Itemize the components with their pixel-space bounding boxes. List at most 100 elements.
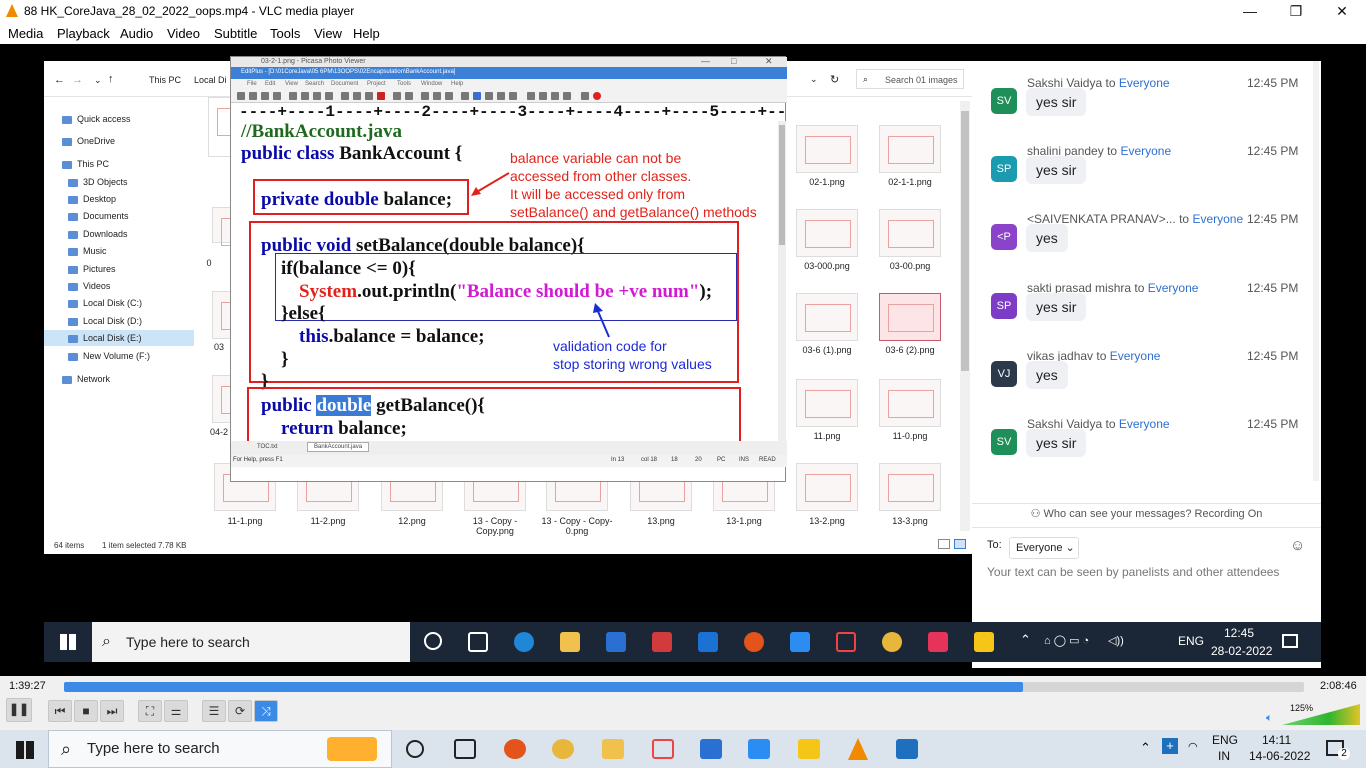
browser-icon[interactable] <box>509 92 517 100</box>
find-replace-icon[interactable] <box>421 92 429 100</box>
stop-button[interactable]: ■ <box>74 700 98 722</box>
sidebar-item-3d-objects[interactable]: 3D Objects <box>68 174 128 190</box>
open-file-icon[interactable] <box>249 92 257 100</box>
task-view-icon[interactable] <box>468 632 488 652</box>
help-icon[interactable] <box>581 92 589 100</box>
tile-icon[interactable] <box>539 92 547 100</box>
ep-menu-document[interactable]: Document <box>331 81 358 87</box>
undo-icon[interactable] <box>393 92 401 100</box>
file-thumbnail[interactable] <box>796 379 858 427</box>
sidebar-item-documents[interactable]: Documents <box>68 208 129 224</box>
gift-icon[interactable] <box>652 632 672 652</box>
menu-view[interactable]: View <box>314 26 342 41</box>
ep-menu-project[interactable]: Project <box>367 81 386 87</box>
loop-button[interactable]: ⟳ <box>228 700 252 722</box>
tray-icons[interactable]: ⌂ ◯ ▭ ◔ <box>1044 634 1104 648</box>
maximize-button[interactable]: ❐ <box>1273 0 1319 22</box>
network-icon[interactable]: ◠ <box>1188 740 1198 753</box>
file-thumbnail[interactable] <box>879 125 941 173</box>
editor-scrollbar[interactable] <box>778 121 786 441</box>
save-all-icon[interactable] <box>273 92 281 100</box>
store-icon[interactable] <box>700 739 722 759</box>
cortana-icon[interactable] <box>424 632 442 650</box>
spell-icon[interactable] <box>313 92 321 100</box>
playlist-button[interactable]: ☰ <box>202 700 226 722</box>
ep-menu-window[interactable]: Window <box>421 81 442 87</box>
file-thumbnail[interactable] <box>796 463 858 511</box>
notification-icon[interactable] <box>1282 634 1298 648</box>
close-button[interactable]: ✕ <box>1319 0 1365 22</box>
refresh-icon[interactable]: ↻ <box>830 73 839 86</box>
menu-audio[interactable]: Audio <box>120 26 153 41</box>
volume-slider[interactable] <box>1282 704 1362 726</box>
sidebar-item-downloads[interactable]: Downloads <box>68 226 128 242</box>
add-icon[interactable]: + <box>1162 738 1178 754</box>
ep-menu-search[interactable]: Search <box>305 81 324 87</box>
menu-playback[interactable]: Playback <box>57 26 110 41</box>
pause-button[interactable]: ❚❚ <box>6 698 32 722</box>
tray-chevron-icon[interactable]: ⌃ <box>1020 632 1031 648</box>
language-region[interactable]: IN <box>1218 749 1230 763</box>
menu-video[interactable]: Video <box>167 26 200 41</box>
cut-icon[interactable] <box>341 92 349 100</box>
store-icon[interactable] <box>606 632 626 652</box>
redo-icon[interactable] <box>405 92 413 100</box>
ep-menu-view[interactable]: View <box>285 81 298 87</box>
video-frame[interactable]: ← → ⌄ ↑ This PC Local Di ⌄ ↻ ⌕ Search 01… <box>0 44 1366 676</box>
dropdown-icon[interactable]: ⌄ <box>810 74 818 85</box>
mail-icon[interactable] <box>698 632 718 652</box>
copy-icon[interactable] <box>353 92 361 100</box>
close-icon[interactable]: ✕ <box>765 56 773 67</box>
zoom-icon[interactable] <box>790 632 810 652</box>
sidebar-item-disk-e[interactable]: Local Disk (E:) <box>44 330 194 346</box>
sidebar-item-network[interactable]: Network <box>62 371 110 387</box>
seek-bar[interactable] <box>64 682 1304 692</box>
paste-icon[interactable] <box>365 92 373 100</box>
menu-help[interactable]: Help <box>353 26 380 41</box>
record-icon[interactable] <box>504 739 526 759</box>
scrollbar-thumb[interactable] <box>961 111 969 371</box>
host-search-box[interactable]: ⌕ Type here to search <box>48 730 392 768</box>
window-icon[interactable] <box>527 92 535 100</box>
menu-media[interactable]: Media <box>8 26 43 41</box>
emoji-icon[interactable]: ☺ <box>1290 537 1305 554</box>
tab-toc[interactable]: TOC.txt <box>257 444 278 450</box>
maximize-icon[interactable]: □ <box>731 56 736 66</box>
file-thumbnail[interactable] <box>796 209 858 257</box>
sidebar-item-disk-d[interactable]: Local Disk (D:) <box>68 313 142 329</box>
volume-speaker-icon[interactable]: 🔈︎ <box>1266 712 1273 725</box>
forward-arrow-icon[interactable]: → <box>72 74 83 86</box>
indent-icon[interactable] <box>485 92 493 100</box>
sidebar-item-thispc[interactable]: This PC <box>62 156 109 172</box>
print-icon[interactable] <box>289 92 297 100</box>
file-thumbnail[interactable] <box>879 209 941 257</box>
inner-search-box[interactable]: ⌕ Type here to search <box>92 622 410 662</box>
ep-menu-tools[interactable]: Tools <box>397 81 411 87</box>
file-explorer-icon[interactable] <box>602 739 624 759</box>
zoom-icon[interactable] <box>748 739 770 759</box>
minimize-icon[interactable]: — <box>701 56 710 66</box>
menu-tools[interactable]: Tools <box>270 26 300 41</box>
tab-bankaccount[interactable]: BankAccount.java <box>307 442 370 452</box>
volume-icon[interactable]: ◁)) <box>1108 634 1124 647</box>
edge-icon[interactable] <box>514 632 534 652</box>
file-thumbnail[interactable] <box>879 463 941 511</box>
file-thumbnail[interactable] <box>796 125 858 173</box>
minimize-button[interactable]: — <box>1227 0 1273 22</box>
wordwrap-icon[interactable] <box>473 92 481 100</box>
sidebar-item-desktop[interactable]: Desktop <box>68 191 116 207</box>
language-indicator[interactable]: ENG <box>1212 733 1238 747</box>
snipping-icon[interactable] <box>836 632 856 652</box>
stop-icon[interactable] <box>593 92 601 100</box>
recipient-select[interactable]: Everyone ⌄ <box>1009 537 1079 559</box>
outdent-icon[interactable] <box>497 92 505 100</box>
ep-menu-edit[interactable]: Edit <box>265 81 275 87</box>
file-thumbnail[interactable] <box>212 207 267 246</box>
file-thumbnail-selected[interactable] <box>879 293 941 341</box>
find-icon[interactable] <box>325 92 333 100</box>
sidebar-item-quick-access[interactable]: Quick access <box>62 111 131 127</box>
previous-button[interactable]: ⏮ <box>48 700 72 722</box>
sticky-notes-icon[interactable] <box>798 739 820 759</box>
save-icon[interactable] <box>261 92 269 100</box>
arrange-icon[interactable] <box>563 92 571 100</box>
